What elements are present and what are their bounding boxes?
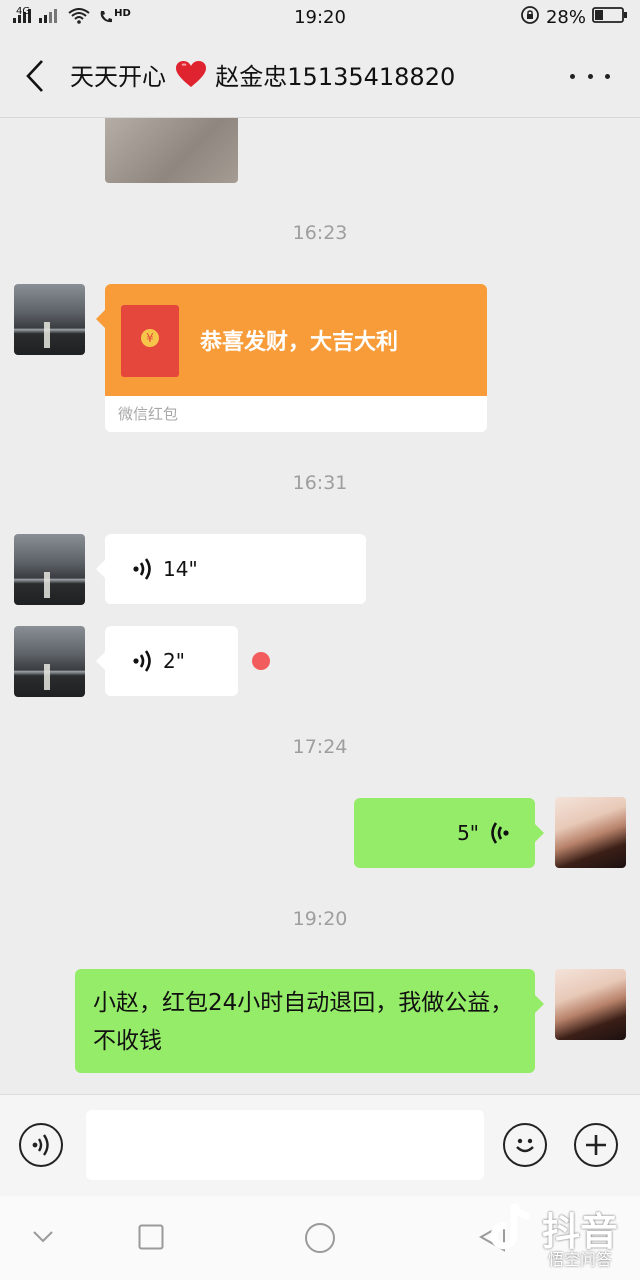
unread-dot xyxy=(252,652,270,670)
voice-message[interactable]: 2" xyxy=(96,626,238,696)
timestamp: 16:31 xyxy=(292,472,348,494)
contact-avatar[interactable] xyxy=(14,284,85,355)
more-dot-icon xyxy=(587,73,593,79)
text-message-sent[interactable]: 小赵，红包24小时自动退回，我做公益，不收钱 xyxy=(75,969,544,1073)
nav-recent-icon[interactable] xyxy=(138,1224,164,1250)
hd-label: HD xyxy=(114,7,131,19)
more-functions-button[interactable] xyxy=(574,1123,618,1167)
message-input[interactable] xyxy=(86,1110,484,1180)
title-prefix: 天天开心 xyxy=(70,63,166,91)
voice-wave-icon xyxy=(133,650,151,672)
chat-title: 天天开心 赵金忠15135418820 xyxy=(70,57,455,94)
douyin-note-icon xyxy=(490,1202,531,1250)
voice-duration: 14" xyxy=(163,557,198,581)
signal-icon-2 xyxy=(38,8,60,27)
my-avatar[interactable] xyxy=(555,797,626,868)
heart-icon xyxy=(175,61,206,94)
timestamp: 16:23 xyxy=(292,222,348,244)
nav-home-icon[interactable] xyxy=(304,1222,336,1254)
emoji-button[interactable] xyxy=(503,1123,547,1167)
chevron-left-icon xyxy=(26,59,43,92)
voice-icon xyxy=(32,1134,49,1156)
plus-icon xyxy=(586,1135,606,1155)
status-bar: 4G HD 19:20 28% xyxy=(0,0,640,34)
voice-input-button[interactable] xyxy=(19,1123,63,1167)
timestamp: 19:20 xyxy=(292,908,348,930)
image-message[interactable] xyxy=(105,118,238,183)
more-dot-icon xyxy=(570,73,575,79)
nav-down-icon[interactable] xyxy=(32,1230,54,1244)
more-dot-icon xyxy=(605,73,610,79)
wifi-icon xyxy=(68,7,90,27)
voice-wave-icon xyxy=(491,822,509,844)
rotation-lock-icon xyxy=(520,5,540,30)
red-packet-top: 恭喜发财，大吉大利 xyxy=(105,284,487,396)
hd-call-icon: HD xyxy=(98,7,131,25)
red-packet-label: 微信红包 xyxy=(105,396,487,432)
voice-wave-icon xyxy=(133,558,151,580)
voice-message-sent[interactable]: 5" xyxy=(354,798,544,868)
voice-duration: 5" xyxy=(457,821,479,845)
red-packet-message[interactable]: 恭喜发财，大吉大利 微信红包 xyxy=(96,284,487,432)
timestamp: 17:24 xyxy=(292,736,348,758)
contact-avatar[interactable] xyxy=(14,534,85,605)
title-suffix: 赵金忠15135418820 xyxy=(215,63,456,91)
red-envelope-icon xyxy=(121,305,179,377)
voice-duration: 2" xyxy=(163,649,185,673)
status-left: 4G HD xyxy=(12,5,131,27)
more-button[interactable] xyxy=(570,64,610,88)
back-button[interactable] xyxy=(0,34,70,118)
red-packet-text: 恭喜发财，大吉大利 xyxy=(200,330,399,355)
smiley-icon xyxy=(516,1138,534,1153)
status-right: 28% xyxy=(520,5,628,30)
my-avatar[interactable] xyxy=(555,969,626,1040)
contact-avatar[interactable] xyxy=(14,626,85,697)
watermark-sub: 悟空问答 xyxy=(547,1250,612,1269)
voice-message[interactable]: 14" xyxy=(96,534,366,604)
input-bar xyxy=(0,1094,640,1196)
chat-area[interactable]: 16:23 恭喜发财，大吉大利 微信红包 16:31 14" 2" 17:24 … xyxy=(0,118,640,1094)
battery-icon xyxy=(592,6,628,29)
battery-percent: 28% xyxy=(545,6,586,28)
chat-header: 天天开心 赵金忠15135418820 xyxy=(0,34,640,118)
network-label: 4G xyxy=(16,5,31,17)
